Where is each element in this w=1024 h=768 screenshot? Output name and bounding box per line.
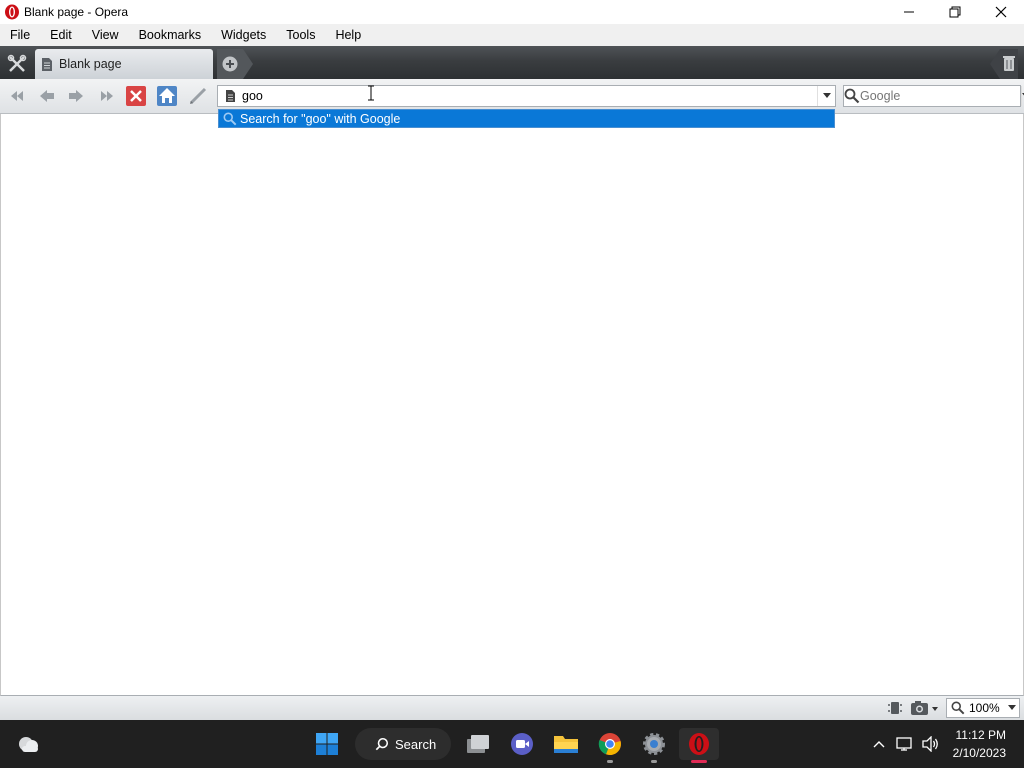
image-display-button[interactable] bbox=[910, 700, 940, 716]
plus-icon bbox=[217, 49, 253, 79]
opera-taskbar-button[interactable] bbox=[679, 728, 719, 763]
new-tab-button[interactable] bbox=[213, 49, 253, 79]
page-icon bbox=[42, 57, 52, 71]
turbo-icon[interactable] bbox=[886, 700, 904, 716]
forward-button[interactable] bbox=[64, 84, 88, 108]
forward-arrow-icon bbox=[69, 90, 83, 102]
opera-logo-icon bbox=[5, 4, 19, 20]
settings-button[interactable] bbox=[634, 728, 674, 763]
windows-logo-icon bbox=[316, 733, 338, 755]
volume-icon[interactable] bbox=[919, 732, 943, 756]
active-app-indicator bbox=[691, 760, 707, 763]
pencil-icon bbox=[189, 87, 207, 105]
network-icon[interactable] bbox=[893, 732, 917, 756]
search-icon bbox=[375, 737, 389, 751]
page-content[interactable] bbox=[0, 85, 1024, 696]
search-icon bbox=[844, 88, 860, 104]
taskbar-search-button[interactable]: Search bbox=[355, 728, 451, 760]
back-arrow-icon bbox=[40, 90, 54, 102]
running-indicator bbox=[607, 760, 613, 763]
weather-cloud-icon bbox=[19, 737, 38, 752]
menu-file[interactable]: File bbox=[0, 24, 40, 46]
chrome-button[interactable] bbox=[590, 728, 630, 763]
restore-button[interactable] bbox=[932, 0, 978, 24]
address-bar[interactable] bbox=[217, 85, 836, 107]
minimize-icon bbox=[904, 11, 914, 13]
menu-bookmarks[interactable]: Bookmarks bbox=[129, 24, 212, 46]
back-button[interactable] bbox=[35, 84, 59, 108]
text-cursor-icon bbox=[368, 85, 374, 101]
close-button[interactable] bbox=[978, 0, 1024, 24]
chevron-down-icon bbox=[822, 93, 831, 98]
search-input[interactable] bbox=[860, 87, 1021, 105]
search-suggestion-item[interactable]: Search for "goo" with Google bbox=[218, 109, 835, 128]
chevron-up-icon bbox=[873, 741, 885, 748]
taskbar: Search 11:12 PM 2/10/2023 bbox=[0, 720, 1024, 768]
task-view-icon bbox=[467, 735, 489, 753]
show-hidden-icons-button[interactable] bbox=[867, 732, 891, 756]
zoom-level: 100% bbox=[969, 701, 1000, 715]
page-icon bbox=[220, 89, 240, 103]
chrome-icon bbox=[598, 733, 621, 756]
fast-forward-button[interactable] bbox=[95, 84, 119, 108]
tools-panel-button[interactable] bbox=[0, 48, 33, 79]
address-history-dropdown[interactable] bbox=[817, 86, 835, 106]
folder-icon bbox=[554, 736, 578, 753]
tab-blank-page[interactable]: Blank page bbox=[35, 49, 213, 79]
restore-icon bbox=[949, 6, 961, 18]
suggestion-label: Search for "goo" with Google bbox=[240, 111, 401, 126]
menu-tools[interactable]: Tools bbox=[276, 24, 325, 46]
clock-time: 11:12 PM bbox=[955, 728, 1006, 742]
window-title: Blank page - Opera bbox=[24, 5, 129, 19]
zoom-control[interactable]: 100% bbox=[946, 698, 1020, 718]
menu-widgets[interactable]: Widgets bbox=[211, 24, 276, 46]
search-bar[interactable] bbox=[843, 85, 1024, 107]
teams-chat-button[interactable] bbox=[502, 728, 542, 760]
status-bar: 100% bbox=[0, 696, 1024, 720]
title-bar: Blank page - Opera bbox=[0, 0, 1024, 24]
opera-logo-icon bbox=[689, 733, 709, 755]
video-chat-icon bbox=[511, 733, 533, 755]
address-input[interactable] bbox=[242, 87, 817, 105]
clock[interactable]: 11:12 PM 2/10/2023 bbox=[952, 726, 1024, 762]
edit-page-button[interactable] bbox=[186, 84, 210, 108]
start-button[interactable] bbox=[307, 728, 347, 760]
chevron-down-icon bbox=[1008, 705, 1016, 710]
tab-bar: Blank page bbox=[0, 46, 1024, 79]
search-icon bbox=[220, 112, 240, 126]
menu-bar: File Edit View Bookmarks Widgets Tools H… bbox=[0, 24, 1024, 46]
system-tray: 11:12 PM 2/10/2023 bbox=[866, 720, 1024, 768]
home-button[interactable] bbox=[155, 84, 179, 108]
taskbar-search-label: Search bbox=[395, 736, 437, 752]
home-icon bbox=[157, 86, 177, 106]
trash-icon bbox=[990, 49, 1018, 79]
tools-icon bbox=[7, 54, 26, 72]
rewind-icon bbox=[11, 91, 23, 101]
menu-view[interactable]: View bbox=[82, 24, 129, 46]
rewind-button[interactable] bbox=[5, 84, 29, 108]
close-icon bbox=[995, 6, 1007, 18]
file-explorer-button[interactable] bbox=[546, 728, 586, 760]
closed-tabs-trash-button[interactable] bbox=[984, 49, 1024, 79]
tab-label: Blank page bbox=[59, 57, 122, 71]
task-view-button[interactable] bbox=[458, 728, 498, 760]
running-indicator bbox=[651, 760, 657, 763]
stop-button[interactable] bbox=[124, 84, 148, 108]
stop-icon bbox=[126, 86, 146, 106]
zoom-dropdown[interactable] bbox=[1005, 705, 1019, 711]
menu-help[interactable]: Help bbox=[325, 24, 371, 46]
widgets-button[interactable] bbox=[8, 728, 48, 760]
camera-icon bbox=[911, 701, 938, 715]
zoom-icon bbox=[951, 701, 965, 715]
clock-date: 2/10/2023 bbox=[952, 746, 1006, 760]
minimize-button[interactable] bbox=[886, 0, 932, 24]
menu-edit[interactable]: Edit bbox=[40, 24, 82, 46]
gear-icon bbox=[643, 733, 665, 755]
fast-forward-icon bbox=[101, 91, 113, 101]
